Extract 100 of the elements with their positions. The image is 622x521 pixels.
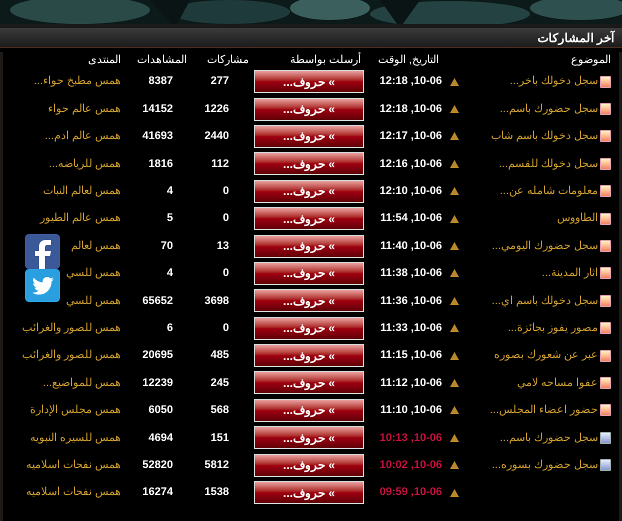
post-date: 10-06, 12:16	[380, 156, 442, 172]
triangle-icon	[450, 242, 459, 250]
post-date: 10-06, 11:36	[380, 294, 442, 309]
triangle-icon	[450, 160, 459, 168]
view-count: 4694	[148, 430, 174, 446]
view-count: 4	[166, 184, 174, 199]
topic-link[interactable]: عبر عن شعورك بصوره	[494, 347, 598, 364]
forum-link[interactable]: همس نفحات اسلاميه	[11, 484, 121, 501]
column-header: مشاركات	[206, 53, 250, 68]
post-count: 2440	[204, 129, 230, 144]
view-count: 12239	[141, 376, 174, 391]
topic-link[interactable]: سجل دخولك للقسم...	[498, 156, 598, 172]
view-count: 6050	[148, 403, 174, 418]
post-count: 112	[210, 156, 230, 172]
forum-link[interactable]: همس عالم الطيور	[11, 210, 121, 227]
triangle-icon	[450, 187, 459, 196]
topic-link[interactable]: سجل حضورك اليومي...	[492, 238, 598, 254]
topic-link[interactable]: سجل دخولك باخر...	[510, 73, 598, 90]
author-button[interactable]: » حروف...	[254, 481, 364, 504]
post-count: 5812	[204, 458, 230, 473]
post-count: 13	[216, 238, 230, 254]
topic-link[interactable]: عفوا مساحه لامي	[516, 374, 598, 392]
section-title: آخر المشاركات	[538, 30, 614, 46]
forum-link[interactable]: همس عالم حواء	[11, 100, 121, 118]
topic-link[interactable]: الطاووس	[557, 210, 598, 227]
author-button[interactable]: » حروف...	[254, 289, 364, 312]
forum-link[interactable]: همس لعالم النبات	[11, 183, 121, 200]
topic-link[interactable]: سجل دخولك باسم اي...	[492, 292, 598, 310]
post-date: 10-06, 11:15	[380, 348, 442, 364]
post-count: 277	[210, 74, 230, 90]
forum-link[interactable]: همس للسيره النبويه	[11, 430, 121, 446]
view-count: 5	[166, 211, 174, 226]
forum-link[interactable]: همس للصور والغرائب	[11, 347, 121, 364]
triangle-icon	[450, 269, 459, 278]
author-button[interactable]: » حروف...	[254, 316, 364, 340]
topic-link[interactable]: معلومات شامله عن...	[500, 183, 598, 200]
post-date: 10-06, 12:18	[380, 74, 442, 90]
triangle-icon	[450, 296, 459, 305]
topic-link[interactable]: اثار المدينة...	[542, 265, 598, 282]
topic-link[interactable]: حضور اعضاء المجلس...	[490, 402, 598, 419]
view-count: 8387	[148, 74, 174, 90]
triangle-icon	[450, 214, 459, 223]
author-button[interactable]: » حروف...	[254, 262, 364, 285]
forum-link[interactable]: همس مجلس الإدارة	[11, 402, 121, 419]
author-button[interactable]: » حروف...	[254, 180, 364, 203]
author-button[interactable]: » حروف...	[254, 152, 364, 176]
forum-link[interactable]: همس للسي	[11, 292, 121, 310]
forum-link[interactable]: همس لعالم	[11, 238, 121, 254]
triangle-icon	[450, 352, 459, 360]
topic-link[interactable]: سجل دخولك باسم شاب	[490, 128, 598, 145]
forum-link[interactable]: همس مطبخ حواء...	[11, 73, 121, 90]
forum-link[interactable]: همس للمواضيع...	[11, 374, 121, 392]
triangle-icon	[450, 406, 459, 414]
triangle-icon	[450, 488, 459, 497]
post-date: 10-06, 12:17	[380, 129, 442, 144]
author-button[interactable]: » حروف...	[254, 124, 364, 148]
post-count: 0	[222, 184, 230, 199]
post-count: 1226	[204, 102, 230, 117]
twitter-icon[interactable]	[25, 269, 60, 302]
author-button[interactable]: » حروف...	[254, 454, 364, 477]
triangle-icon	[450, 324, 459, 332]
post-date: 10-06, 11:12	[380, 376, 442, 391]
post-count: 0	[222, 266, 230, 282]
forum-link[interactable]: همس للسي	[11, 265, 121, 282]
topic-link[interactable]: سجل حضورك باسم...	[500, 430, 598, 446]
post-date: 10-06, 11:38	[380, 266, 442, 282]
view-count: 16274	[141, 485, 174, 500]
view-count: 20695	[141, 348, 174, 364]
topic-link[interactable]: سجل حضورك باسم...	[500, 100, 598, 118]
forum-link[interactable]: همس نفحات اسلاميه	[11, 456, 121, 474]
triangle-icon	[450, 78, 459, 86]
facebook-icon[interactable]	[25, 234, 60, 269]
author-button[interactable]: » حروف...	[254, 234, 364, 258]
view-count: 65652	[141, 294, 174, 309]
author-button[interactable]: » حروف...	[254, 371, 364, 394]
triangle-icon	[450, 132, 459, 140]
triangle-icon	[450, 378, 459, 387]
post-date: 10-06, 12:18	[380, 102, 442, 117]
post-count: 1538	[204, 485, 230, 500]
author-button[interactable]: » حروف...	[254, 98, 364, 121]
author-button[interactable]: » حروف...	[254, 426, 364, 450]
view-count: 6	[166, 320, 174, 336]
view-count: 70	[160, 238, 174, 254]
post-date: 10-06, 10:13	[380, 430, 442, 446]
forum-link[interactable]: همس للرياضه...	[11, 156, 121, 172]
author-button[interactable]: » حروف...	[254, 344, 364, 368]
post-date: 10-06, 09:59	[380, 485, 442, 500]
view-count: 14152	[141, 102, 174, 117]
topic-link[interactable]: مصور يفوز بجائزة...	[508, 320, 598, 336]
post-count: 0	[222, 211, 230, 226]
forum-link[interactable]: همس عالم ادم...	[11, 128, 121, 145]
post-date: 10-06, 12:10	[380, 184, 442, 199]
forum-link[interactable]: همس للصور والغرائب	[11, 320, 121, 336]
triangle-icon	[450, 461, 459, 470]
topic-link[interactable]: سجل حضورك بسوره...	[492, 456, 598, 474]
author-button[interactable]: » حروف...	[254, 398, 364, 422]
author-button[interactable]: » حروف...	[254, 207, 364, 230]
post-count: 151	[210, 430, 230, 446]
author-button[interactable]: » حروف...	[254, 70, 364, 94]
post-date: 10-06, 11:54	[380, 211, 442, 226]
